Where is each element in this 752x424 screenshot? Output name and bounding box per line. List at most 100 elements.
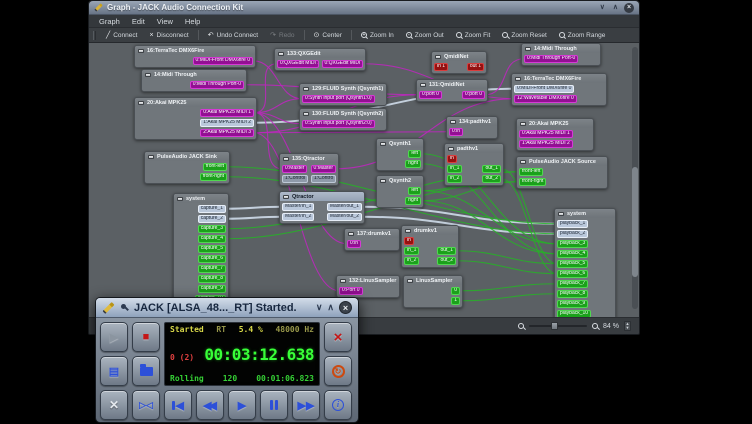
- port-0-master[interactable]: 0:Master: [282, 165, 307, 174]
- port-front-right[interactable]: front-right: [200, 173, 227, 182]
- node-header[interactable]: system: [174, 194, 228, 203]
- shade-down-icon[interactable]: ∨: [598, 4, 607, 12]
- port-in-1[interactable]: in 1: [434, 63, 448, 72]
- graph-node-linuxsampler-midi[interactable]: 132:LinuxSampler0:Port 0: [336, 275, 400, 298]
- graph-node-midithrough-in[interactable]: 14:Midi Through 0:Midi Through Port-0: [521, 43, 601, 66]
- node-header[interactable]: 130:FLUID Synth (Qsynth2): [300, 109, 386, 118]
- graph-node-drumkv1[interactable]: drumkv1inin_1out_1in_2out_2: [401, 225, 459, 268]
- node-header[interactable]: 16:TerraTec DMX6Fire: [135, 46, 255, 55]
- setup-button[interactable]: ✕: [100, 390, 128, 420]
- port-0-in[interactable]: 0:in: [449, 128, 463, 137]
- shade-down-icon[interactable]: ∨: [316, 302, 323, 313]
- toolbar-grip[interactable]: [93, 31, 96, 40]
- about-button[interactable]: i: [324, 390, 352, 420]
- port-capture-6[interactable]: capture_6: [198, 255, 226, 264]
- port-playback-1[interactable]: playback_1: [557, 220, 588, 229]
- quit-button[interactable]: ×: [324, 322, 352, 352]
- zoom-stepper[interactable]: ▲▼: [624, 321, 631, 331]
- node-header[interactable]: Qtractor: [280, 192, 364, 201]
- node-header[interactable]: Qsynth1: [377, 139, 423, 148]
- connect-button[interactable]: ╱Connect: [101, 31, 142, 40]
- graph-node-midithrough-out[interactable]: 14:Midi Through0:Midi Through Port-0: [141, 69, 247, 92]
- menu-edit[interactable]: Edit: [126, 16, 151, 27]
- shade-up-icon[interactable]: ∧: [611, 4, 620, 12]
- node-header[interactable]: 135:Qtractor: [280, 154, 338, 163]
- port-0-port-0[interactable]: 0:port 0: [419, 91, 442, 100]
- port-capture-5[interactable]: capture_5: [198, 245, 226, 254]
- port-master-in-2[interactable]: Master/In_2: [282, 213, 314, 222]
- port-out-1[interactable]: out 1: [467, 63, 484, 72]
- node-header[interactable]: 131:QmidiNet: [417, 80, 487, 89]
- port-in-2[interactable]: in_2: [447, 175, 462, 184]
- port-1-akai-mpk25-midi-2[interactable]: 1:Akai MPK25 MIDI 2: [519, 140, 573, 149]
- port-capture-1[interactable]: capture_1: [198, 205, 226, 214]
- connections-button[interactable]: ▷◁: [132, 390, 160, 420]
- port-capture-7[interactable]: capture_7: [198, 265, 226, 274]
- port-out-2[interactable]: out_2: [437, 257, 456, 266]
- graph-node-terratec-out[interactable]: 16:TerraTec DMX6Fire 0:MIDI-Front DMX6fir…: [134, 45, 256, 68]
- zoom-fit-button[interactable]: Zoom Fit: [451, 31, 496, 40]
- stop-button[interactable]: ■: [132, 322, 160, 352]
- node-header[interactable]: Qsynth2: [377, 176, 423, 185]
- menu-view[interactable]: View: [151, 16, 179, 27]
- graph-node-pa-source[interactable]: PulseAudio JACK Sourcefront-leftfront-ri…: [516, 156, 608, 189]
- close-icon[interactable]: ×: [624, 3, 634, 13]
- graph-node-terratec-in[interactable]: 16:TerraTec DMX6Fire0:MIDI-Front DMX6fir…: [511, 73, 607, 106]
- zoom-slider-handle[interactable]: [551, 322, 558, 330]
- cable-sel[interactable]: [226, 217, 282, 219]
- transport-play-button[interactable]: ▶: [228, 390, 256, 420]
- node-header[interactable]: LinuxSampler: [404, 276, 462, 285]
- node-header[interactable]: 132:LinuxSampler: [337, 276, 399, 285]
- graph-node-pa-sink[interactable]: PulseAudio JACK Sinkfront-leftfront-righ…: [144, 151, 230, 184]
- node-header[interactable]: 20:Akai MPK25: [135, 98, 256, 107]
- port-playback-6[interactable]: playback_6: [557, 270, 588, 279]
- node-header[interactable]: PulseAudio JACK Source: [517, 157, 607, 166]
- graph-window-titlebar[interactable]: Graph - JACK Audio Connection Kit ∨ ∧ ×: [89, 1, 639, 15]
- port-0-midi-front-dmx6fire-0[interactable]: 0:MIDI-Front DMX6fire 0: [193, 57, 253, 66]
- port-0-port-0[interactable]: 0:port 0: [462, 91, 485, 100]
- port-0-qxgedit-midi-1[interactable]: 0:QXGEdit MIDI 1: [322, 60, 364, 69]
- port-0-in[interactable]: 0:in: [347, 240, 361, 249]
- graph-node-akai-in[interactable]: 20:Akai MPK250:Akai MPK25 MIDI 11:Akai M…: [516, 118, 594, 151]
- backward-button[interactable]: ◀◀: [196, 390, 224, 420]
- node-header[interactable]: QmidiNet: [432, 52, 486, 61]
- cable-sel[interactable]: [362, 207, 557, 224]
- graph-node-padthv1[interactable]: padthv1inin_1out_1in_2out_2: [444, 143, 504, 186]
- port-0-synth-input-port-qsynth2-0-[interactable]: 0:Synth input port (Qsynth2:0): [302, 120, 375, 129]
- node-header[interactable]: 133:QXGEdit: [275, 49, 365, 58]
- port-0-midi-through-port-0[interactable]: 0:Midi Through Port-0: [524, 55, 578, 64]
- port-0-qxgedit-midi-1[interactable]: 0:QXGEdit MIDI 1: [277, 60, 319, 69]
- port-0-akai-mpk25-midi-1[interactable]: 0:Akai MPK25 MIDI 1: [519, 130, 573, 139]
- port-front-left[interactable]: front-left: [203, 163, 227, 172]
- graph-node-linuxsampler[interactable]: LinuxSampler01: [403, 275, 463, 308]
- port-out-1[interactable]: out_1: [482, 165, 501, 174]
- port-out-2[interactable]: out_2: [482, 175, 501, 184]
- node-header[interactable]: 14:Midi Through: [522, 44, 600, 53]
- rewind-start-button[interactable]: ◀: [164, 390, 192, 420]
- cable-midi[interactable]: [254, 113, 282, 169]
- refresh-button[interactable]: ↻: [324, 356, 352, 386]
- session-button[interactable]: [132, 356, 160, 386]
- port-in[interactable]: in: [447, 155, 457, 164]
- pause-button[interactable]: [260, 390, 288, 420]
- port-capture-8[interactable]: capture_8: [198, 275, 226, 284]
- cable-audio[interactable]: [501, 179, 557, 274]
- port-0-synth-input-port-qsynth1-0-[interactable]: 0:Synth input port (Qsynth1:0): [302, 95, 375, 104]
- port-right[interactable]: right: [405, 197, 421, 206]
- messages-button[interactable]: ▤: [100, 356, 128, 386]
- zoom-out-button[interactable]: -Zoom Out: [401, 31, 449, 40]
- port-playback-5[interactable]: playback_5: [557, 260, 588, 269]
- zoom-slider[interactable]: [529, 325, 587, 327]
- port-in-1[interactable]: in_1: [447, 165, 462, 174]
- graph-node-qsynth2[interactable]: Qsynth2leftright: [376, 175, 424, 208]
- cable-audio[interactable]: [460, 284, 557, 291]
- graph-node-qsynth2-fluid[interactable]: 130:FLUID Synth (Qsynth2) 0:Synth input p…: [299, 108, 387, 131]
- cable-sel[interactable]: [226, 207, 282, 209]
- zoom-out-icon[interactable]: [518, 323, 524, 329]
- graph-node-qsynth1[interactable]: Qsynth1leftright: [376, 138, 424, 171]
- node-header[interactable]: 137:drumkv1: [345, 229, 399, 238]
- port-1-akai-mpk25-midi-2[interactable]: 1:Akai MPK25 MIDI 2: [200, 119, 254, 128]
- zoom-range-button[interactable]: Zoom Range: [554, 31, 611, 40]
- port-front-left[interactable]: front-left: [519, 168, 543, 177]
- port-master-in-1[interactable]: Master/In_1: [282, 203, 314, 212]
